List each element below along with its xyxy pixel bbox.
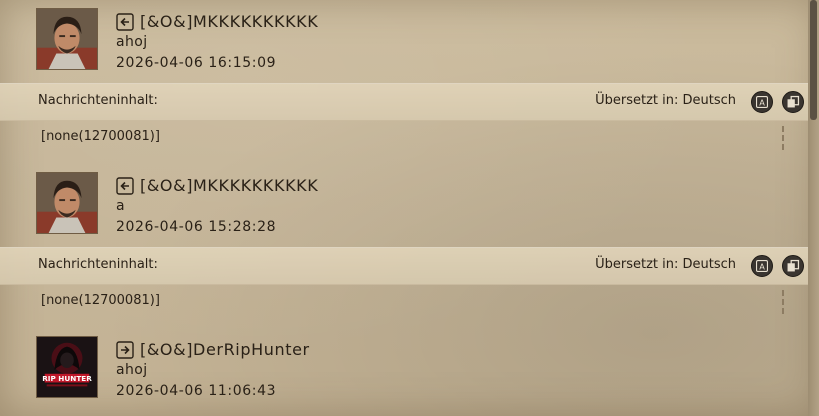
translate-button[interactable]: A	[751, 255, 773, 277]
translate-icon: A	[756, 260, 768, 272]
message-text: a	[116, 198, 125, 214]
content-label: Nachrichteninhalt:	[38, 257, 158, 272]
arrow-in-icon	[116, 12, 134, 31]
svg-text:A: A	[759, 262, 765, 272]
more-dots[interactable]	[782, 126, 784, 153]
avatar[interactable]	[36, 172, 98, 234]
sender-name[interactable]: [&O&]MKKKKKKKKKK	[140, 176, 318, 195]
message-text: ahoj	[116, 362, 148, 378]
arrow-out-icon	[116, 340, 134, 359]
message-timestamp: 2026-04-06 16:15:09	[116, 55, 277, 71]
mail-item[interactable]: [&O&]MKKKKKKKKKK a 2026-04-06 15:28:28 N…	[0, 164, 808, 324]
translate-button[interactable]: A	[751, 91, 773, 113]
content-header: Nachrichteninhalt: Übersetzt in: Deutsch…	[0, 247, 808, 285]
translate-icon: A	[756, 96, 768, 108]
sender-row: [&O&]MKKKKKKKKKK	[116, 12, 318, 31]
translated-label: Übersetzt in: Deutsch	[595, 93, 736, 108]
avatar[interactable]	[36, 8, 98, 70]
svg-text:RIP HUNTER: RIP HUNTER	[42, 374, 92, 383]
message-content: [none(12700081)]	[41, 129, 160, 144]
copy-icon	[787, 95, 800, 108]
mail-item[interactable]: RIP HUNTER [&O&]DerRipHunter ahoj 2026-0…	[0, 328, 808, 416]
copy-button[interactable]	[782, 255, 804, 277]
warrior-portrait-icon	[37, 9, 97, 69]
sender-name[interactable]: [&O&]MKKKKKKKKKK	[140, 12, 318, 31]
translated-label: Übersetzt in: Deutsch	[595, 257, 736, 272]
sender-row: [&O&]MKKKKKKKKKK	[116, 176, 318, 195]
scrollbar-thumb[interactable]	[810, 0, 817, 120]
copy-button[interactable]	[782, 91, 804, 113]
content-header: Nachrichteninhalt: Übersetzt in: Deutsch…	[0, 83, 808, 121]
message-text: ahoj	[116, 34, 148, 50]
copy-icon	[787, 259, 800, 272]
mail-item[interactable]: [&O&]MKKKKKKKKKK ahoj 2026-04-06 16:15:0…	[0, 0, 808, 160]
message-content: [none(12700081)]	[41, 293, 160, 308]
scrollbar[interactable]	[808, 0, 819, 416]
sender-row: [&O&]DerRipHunter	[116, 340, 310, 359]
arrow-in-icon	[116, 176, 134, 195]
rip-hunter-logo: RIP HUNTER	[37, 337, 97, 397]
warrior-portrait-icon	[37, 173, 97, 233]
svg-text:A: A	[759, 98, 765, 108]
sender-name[interactable]: [&O&]DerRipHunter	[140, 340, 310, 359]
avatar[interactable]: RIP HUNTER	[36, 336, 98, 398]
message-timestamp: 2026-04-06 11:06:43	[116, 383, 277, 399]
content-label: Nachrichteninhalt:	[38, 93, 158, 108]
more-dots[interactable]	[782, 290, 784, 317]
message-timestamp: 2026-04-06 15:28:28	[116, 219, 277, 235]
